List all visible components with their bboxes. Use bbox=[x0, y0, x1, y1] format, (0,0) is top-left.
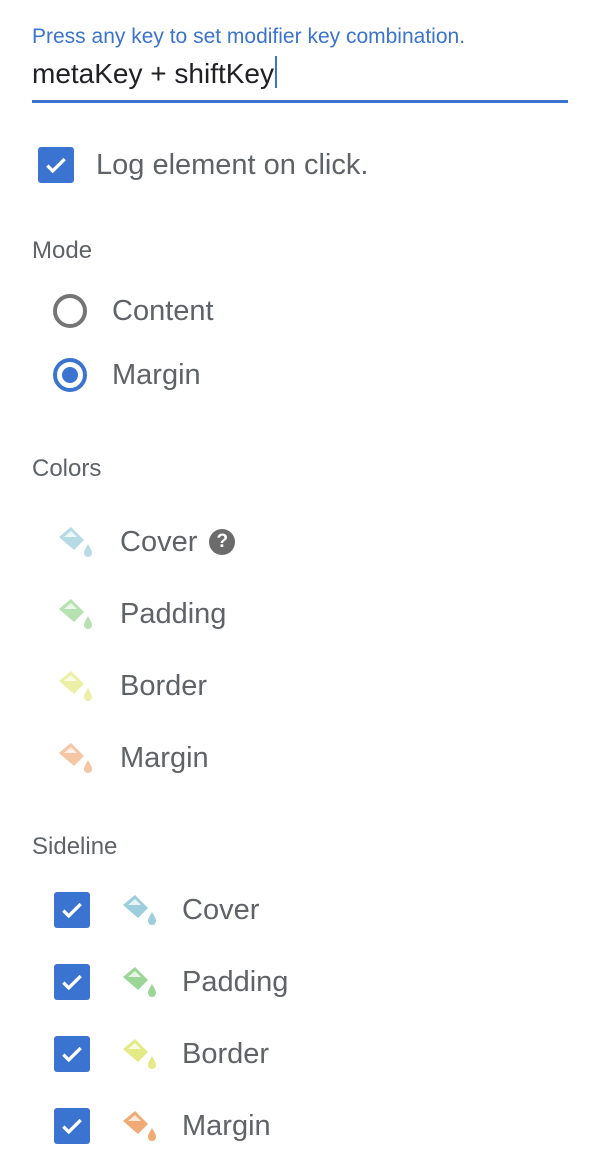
mode-option-margin[interactable]: Margin bbox=[53, 357, 201, 393]
colors-title: Colors bbox=[32, 455, 102, 482]
modifier-key-hint: Press any key to set modifier key combin… bbox=[32, 25, 466, 48]
check-icon bbox=[62, 974, 82, 991]
paint-bucket-icon[interactable] bbox=[56, 594, 96, 634]
color-item-label: Border bbox=[120, 670, 208, 702]
sideline-item-label: Cover bbox=[182, 894, 260, 926]
sideline-padding-checkbox[interactable] bbox=[54, 964, 90, 1000]
color-item-label: Margin bbox=[120, 742, 209, 774]
paint-bucket-icon[interactable] bbox=[56, 738, 96, 778]
sideline-margin-checkbox[interactable] bbox=[54, 1108, 90, 1144]
paint-bucket-icon bbox=[123, 1039, 156, 1069]
mode-content-radio[interactable] bbox=[53, 294, 87, 328]
paint-bucket-icon bbox=[123, 967, 156, 997]
mode-option-content[interactable]: Content bbox=[53, 293, 214, 329]
modifier-key-input[interactable]: metaKey + shiftKey bbox=[32, 54, 568, 96]
mode-option-label: Margin bbox=[112, 359, 201, 391]
sideline-item-label: Padding bbox=[182, 966, 289, 998]
text-caret bbox=[275, 56, 278, 88]
log-on-click-label: Log element on click. bbox=[96, 149, 369, 181]
field-underline bbox=[32, 100, 568, 103]
sideline-item-label: Border bbox=[182, 1038, 270, 1070]
check-icon bbox=[46, 157, 66, 174]
color-item-label: Cover bbox=[120, 526, 198, 558]
paint-bucket-icon[interactable] bbox=[56, 666, 96, 706]
check-icon bbox=[62, 1046, 82, 1063]
sideline-item-cover[interactable]: Cover bbox=[54, 890, 259, 930]
log-on-click-row[interactable]: Log element on click. bbox=[38, 147, 368, 183]
mode-title: Mode bbox=[32, 237, 93, 264]
check-icon bbox=[62, 902, 82, 919]
sideline-item-label: Margin bbox=[182, 1110, 271, 1142]
paint-bucket-icon bbox=[123, 1111, 156, 1141]
sideline-item-margin[interactable]: Margin bbox=[54, 1106, 271, 1146]
log-on-click-checkbox[interactable] bbox=[38, 147, 74, 183]
sideline-title: Sideline bbox=[32, 833, 118, 860]
mode-margin-radio[interactable] bbox=[53, 358, 87, 392]
paint-bucket-icon[interactable] bbox=[56, 522, 96, 562]
color-item-border[interactable]: Border bbox=[56, 666, 207, 706]
radio-selected-dot bbox=[62, 367, 78, 383]
mode-option-label: Content bbox=[112, 295, 214, 327]
modifier-key-value: metaKey + shiftKey bbox=[32, 58, 275, 89]
check-icon bbox=[62, 1118, 82, 1135]
color-item-label: Padding bbox=[120, 598, 227, 630]
sideline-cover-checkbox[interactable] bbox=[54, 892, 90, 928]
sideline-item-border[interactable]: Border bbox=[54, 1034, 269, 1074]
color-item-padding[interactable]: Padding bbox=[56, 594, 226, 634]
sideline-item-padding[interactable]: Padding bbox=[54, 962, 288, 1002]
color-item-cover[interactable]: Cover ? bbox=[56, 522, 236, 562]
help-icon[interactable]: ? bbox=[209, 529, 236, 555]
modifier-key-field[interactable]: Press any key to set modifier key combin… bbox=[32, 22, 568, 103]
sideline-border-checkbox[interactable] bbox=[54, 1036, 90, 1072]
color-item-margin[interactable]: Margin bbox=[56, 738, 209, 778]
paint-bucket-icon bbox=[123, 895, 156, 925]
